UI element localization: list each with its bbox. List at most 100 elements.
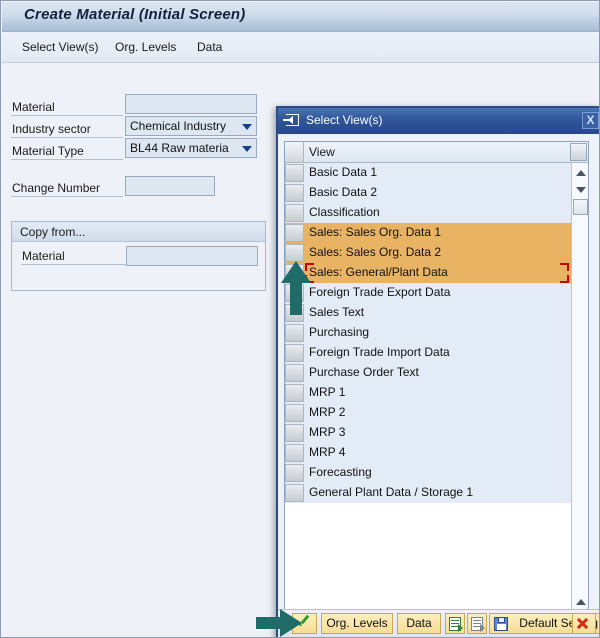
scroll-up-button[interactable] — [573, 165, 588, 180]
industry-sector-value: Chemical Industry — [130, 119, 226, 133]
arrow-right-icon — [480, 624, 485, 632]
list-options-button[interactable] — [570, 143, 587, 161]
material-type-label-underline — [11, 159, 123, 160]
row-select-button[interactable] — [285, 344, 304, 362]
table-row[interactable]: Forecasting — [285, 463, 588, 483]
material-input[interactable] — [125, 94, 257, 114]
table-row[interactable]: Classification — [285, 203, 588, 223]
row-select-button[interactable] — [285, 164, 304, 182]
row-select-button[interactable] — [285, 444, 304, 462]
close-x-icon — [573, 614, 595, 633]
table-row[interactable]: Purchasing — [285, 323, 588, 343]
table-row[interactable]: Basic Data 2 — [285, 183, 588, 203]
copy-from-group-title: Copy from... — [20, 225, 85, 239]
table-row[interactable]: Foreign Trade Export Data — [285, 283, 588, 303]
focus-bracket-br — [560, 275, 569, 283]
copy-from-group-header: Copy from... — [12, 222, 265, 242]
row-select-button[interactable] — [285, 424, 304, 442]
material-label-underline — [11, 115, 123, 116]
row-label: MRP 1 — [309, 385, 345, 399]
row-label: Foreign Trade Export Data — [309, 285, 450, 299]
menu-item-select-views[interactable]: Select View(s) — [22, 40, 98, 54]
column-header-view: View — [309, 145, 335, 159]
org-levels-button[interactable]: Org. Levels — [321, 613, 393, 634]
industry-sector-dropdown[interactable]: Chemical Industry — [125, 116, 257, 136]
annotation-arrow-right — [256, 607, 304, 638]
copy-from-material-label: Material — [22, 249, 65, 263]
scroll-page-up-button[interactable] — [573, 594, 588, 609]
window-titlebar: Create Material (Initial Screen) — [2, 2, 599, 32]
row-label: General Plant Data / Storage 1 — [309, 485, 473, 499]
save-icon — [494, 617, 508, 631]
material-type-value: BL44 Raw materia — [130, 141, 229, 155]
change-number-input[interactable] — [125, 176, 215, 196]
page-title: Create Material (Initial Screen) — [24, 6, 245, 23]
dialog-title: Select View(s) — [306, 113, 382, 127]
views-list-header: View — [285, 142, 588, 163]
table-row[interactable]: MRP 3 — [285, 423, 588, 443]
row-label: Sales Text — [309, 305, 364, 319]
app-window: Create Material (Initial Screen) Select … — [0, 0, 600, 638]
table-row[interactable]: Sales Text — [285, 303, 588, 323]
select-views-dialog: Select View(s) X View Basic Data 1Basic … — [276, 106, 600, 638]
menu-item-org-levels[interactable]: Org. Levels — [115, 40, 176, 54]
close-icon[interactable]: X — [582, 112, 599, 129]
scroll-down-button[interactable] — [573, 182, 588, 197]
triangle-up-icon — [576, 599, 586, 605]
table-row[interactable]: MRP 2 — [285, 403, 588, 423]
select-all-button[interactable] — [285, 142, 304, 162]
row-label: Sales: Sales Org. Data 2 — [309, 245, 441, 259]
row-select-button[interactable] — [285, 324, 304, 342]
dialog-window-icon — [286, 114, 299, 126]
change-number-label: Change Number — [12, 181, 100, 195]
material-type-label: Material Type — [12, 144, 84, 158]
views-list-rows: Basic Data 1 Basic Data 2 Classification Sa… — [285, 163, 588, 628]
table-row[interactable]: Sales: Sales Org. Data 1 — [285, 223, 588, 243]
copy-from-material-input[interactable] — [126, 246, 258, 266]
table-row[interactable]: Foreign Trade Import Data — [285, 343, 588, 363]
material-label: Material — [12, 100, 55, 114]
views-list-scrollbar[interactable] — [571, 163, 588, 628]
arrow-right-icon — [458, 624, 463, 632]
menu-item-data[interactable]: Data — [197, 40, 222, 54]
row-select-button[interactable] — [285, 404, 304, 422]
row-label: MRP 2 — [309, 405, 345, 419]
scrollbar-thumb[interactable] — [573, 199, 588, 215]
row-select-button[interactable] — [285, 384, 304, 402]
chevron-down-icon — [242, 146, 252, 152]
data-button[interactable]: Data — [397, 613, 441, 634]
cancel-button[interactable] — [572, 613, 596, 634]
table-row[interactable]: Basic Data 1 — [285, 163, 588, 183]
row-select-button[interactable] — [285, 184, 304, 202]
industry-sector-label: Industry sector — [12, 122, 91, 136]
table-row[interactable]: MRP 1 — [285, 383, 588, 403]
row-select-button[interactable] — [285, 484, 304, 502]
row-label: Purchasing — [309, 325, 369, 339]
row-select-button[interactable] — [285, 364, 304, 382]
row-select-button[interactable] — [285, 464, 304, 482]
row-select-button[interactable] — [285, 224, 304, 242]
table-row[interactable]: Sales: Sales Org. Data 2 — [285, 243, 588, 263]
menubar: Select View(s) Org. Levels Data — [2, 32, 599, 63]
annotation-arrow-up — [279, 259, 313, 315]
table-row[interactable]: Sales: General/Plant Data — [285, 263, 588, 283]
table-row[interactable]: Purchase Order Text — [285, 363, 588, 383]
select-all-views-button[interactable] — [445, 613, 465, 634]
row-label: Forecasting — [309, 465, 372, 479]
table-row[interactable]: MRP 4 — [285, 443, 588, 463]
row-label: Basic Data 1 — [309, 165, 377, 179]
row-label: Foreign Trade Import Data — [309, 345, 450, 359]
table-row[interactable]: General Plant Data / Storage 1 — [285, 483, 588, 503]
deselect-all-views-button[interactable] — [467, 613, 487, 634]
triangle-down-icon — [576, 187, 586, 193]
row-select-button[interactable] — [285, 204, 304, 222]
copy-from-material-underline — [21, 264, 133, 265]
row-label: Basic Data 2 — [309, 185, 377, 199]
views-list: View Basic Data 1 Basic Data 2 Classificat… — [284, 141, 589, 629]
focus-bracket-tr — [560, 263, 569, 271]
row-label: Classification — [309, 205, 380, 219]
dialog-titlebar: Select View(s) X — [278, 108, 600, 134]
row-label: Sales: Sales Org. Data 1 — [309, 225, 441, 239]
row-label: MRP 4 — [309, 445, 345, 459]
material-type-dropdown[interactable]: BL44 Raw materia — [125, 138, 257, 158]
